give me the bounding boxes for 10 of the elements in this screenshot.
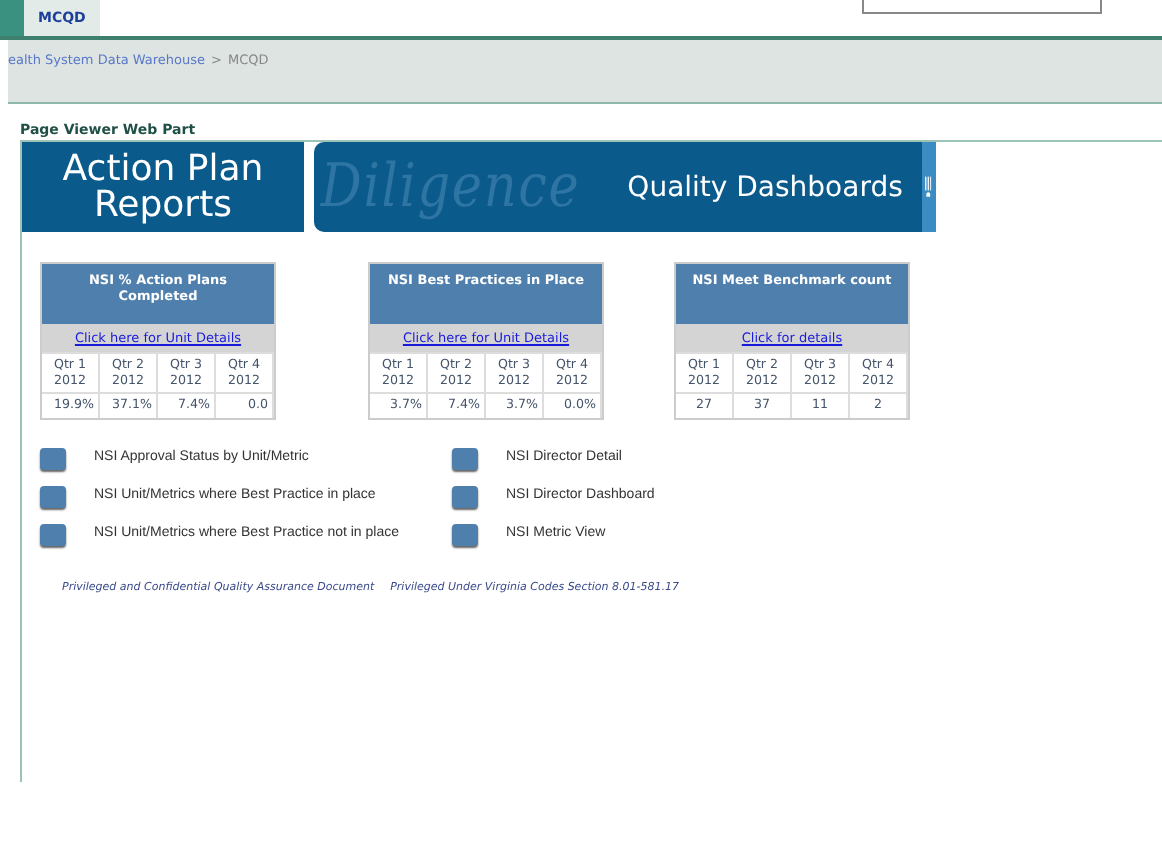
banner-subtitle[interactable]: Quality Dashboards	[627, 171, 903, 203]
report-button[interactable]	[452, 447, 478, 469]
banner-title[interactable]: Action Plan Reports	[22, 142, 304, 232]
report-button[interactable]	[452, 523, 478, 545]
search-field[interactable]	[862, 0, 1102, 14]
report-button[interactable]	[40, 447, 66, 469]
report-button[interactable]	[452, 485, 478, 507]
university-logo-icon	[922, 142, 936, 232]
report-button[interactable]	[40, 485, 66, 507]
report-button[interactable]	[40, 523, 66, 545]
